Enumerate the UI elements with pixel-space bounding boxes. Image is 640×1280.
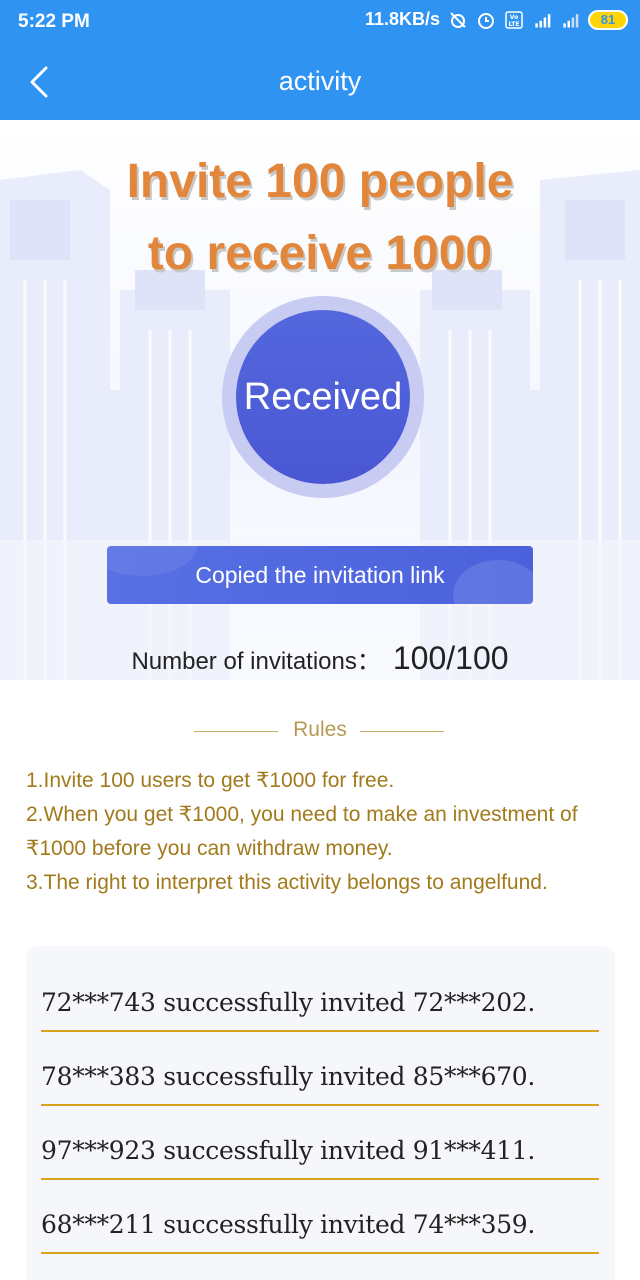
list-item: 72***743 successfully invited 72***202. bbox=[41, 974, 599, 1032]
signal-icon bbox=[563, 13, 579, 27]
status-bar: 5:22 PM 11.8KB/s Vo LTE 81 bbox=[0, 0, 640, 44]
promo-headline: Invite 100 people to receive 1000 bbox=[0, 146, 640, 290]
rule-item: 2.When you get ₹1000, you need to make a… bbox=[26, 803, 578, 860]
app-header: activity bbox=[0, 44, 640, 120]
alarm-clock-icon bbox=[478, 12, 494, 29]
alarm-off-icon bbox=[450, 11, 466, 28]
copy-button-label: Copied the invitation link bbox=[195, 561, 445, 588]
status-icons: 11.8KB/s Vo LTE 81 bbox=[365, 9, 628, 30]
button-decoration bbox=[453, 560, 533, 604]
invitation-count-value: 100/100 bbox=[392, 640, 509, 676]
divider-right bbox=[360, 731, 444, 732]
rule-item: 3.The right to interpret this activity b… bbox=[26, 871, 548, 894]
rules-list: 1.Invite 100 users to get ₹1000 for free… bbox=[26, 764, 616, 900]
volte-icon: VoLTE bbox=[505, 10, 523, 29]
svg-text:LTE: LTE bbox=[508, 21, 519, 28]
signal-4g-icon bbox=[535, 13, 551, 27]
received-badge-ring: Received bbox=[222, 296, 424, 498]
invitation-count-label: Number of invitations： bbox=[131, 648, 381, 675]
network-speed: 11.8KB/s bbox=[364, 9, 440, 29]
list-item: 68***211 successfully invited 74***359. bbox=[41, 1196, 599, 1254]
invitation-count: Number of invitations： 100/100 bbox=[0, 640, 640, 677]
rules-title: Rules bbox=[293, 718, 347, 741]
headline-line-2: to receive 1000 bbox=[147, 227, 493, 280]
received-button[interactable]: Received bbox=[236, 310, 410, 484]
headline-line-1: Invite 100 people bbox=[126, 155, 514, 208]
list-item: 78***383 successfully invited 85***670. bbox=[41, 1048, 599, 1106]
page-title: activity bbox=[278, 66, 362, 96]
button-decoration bbox=[107, 546, 197, 576]
status-time: 5:22 PM bbox=[18, 11, 90, 32]
hero-banner: Invite 100 people to receive 1000 Receiv… bbox=[0, 120, 640, 680]
copy-invitation-link-button[interactable]: Copied the invitation link bbox=[107, 546, 533, 604]
svg-text:Vo: Vo bbox=[510, 14, 518, 21]
rule-item: 1.Invite 100 users to get ₹1000 for free… bbox=[26, 769, 395, 792]
invitation-feed-card: 72***743 successfully invited 72***202. … bbox=[26, 946, 615, 1280]
list-item: 97***923 successfully invited 91***411. bbox=[41, 1122, 599, 1180]
battery-icon: 81 bbox=[588, 9, 628, 30]
